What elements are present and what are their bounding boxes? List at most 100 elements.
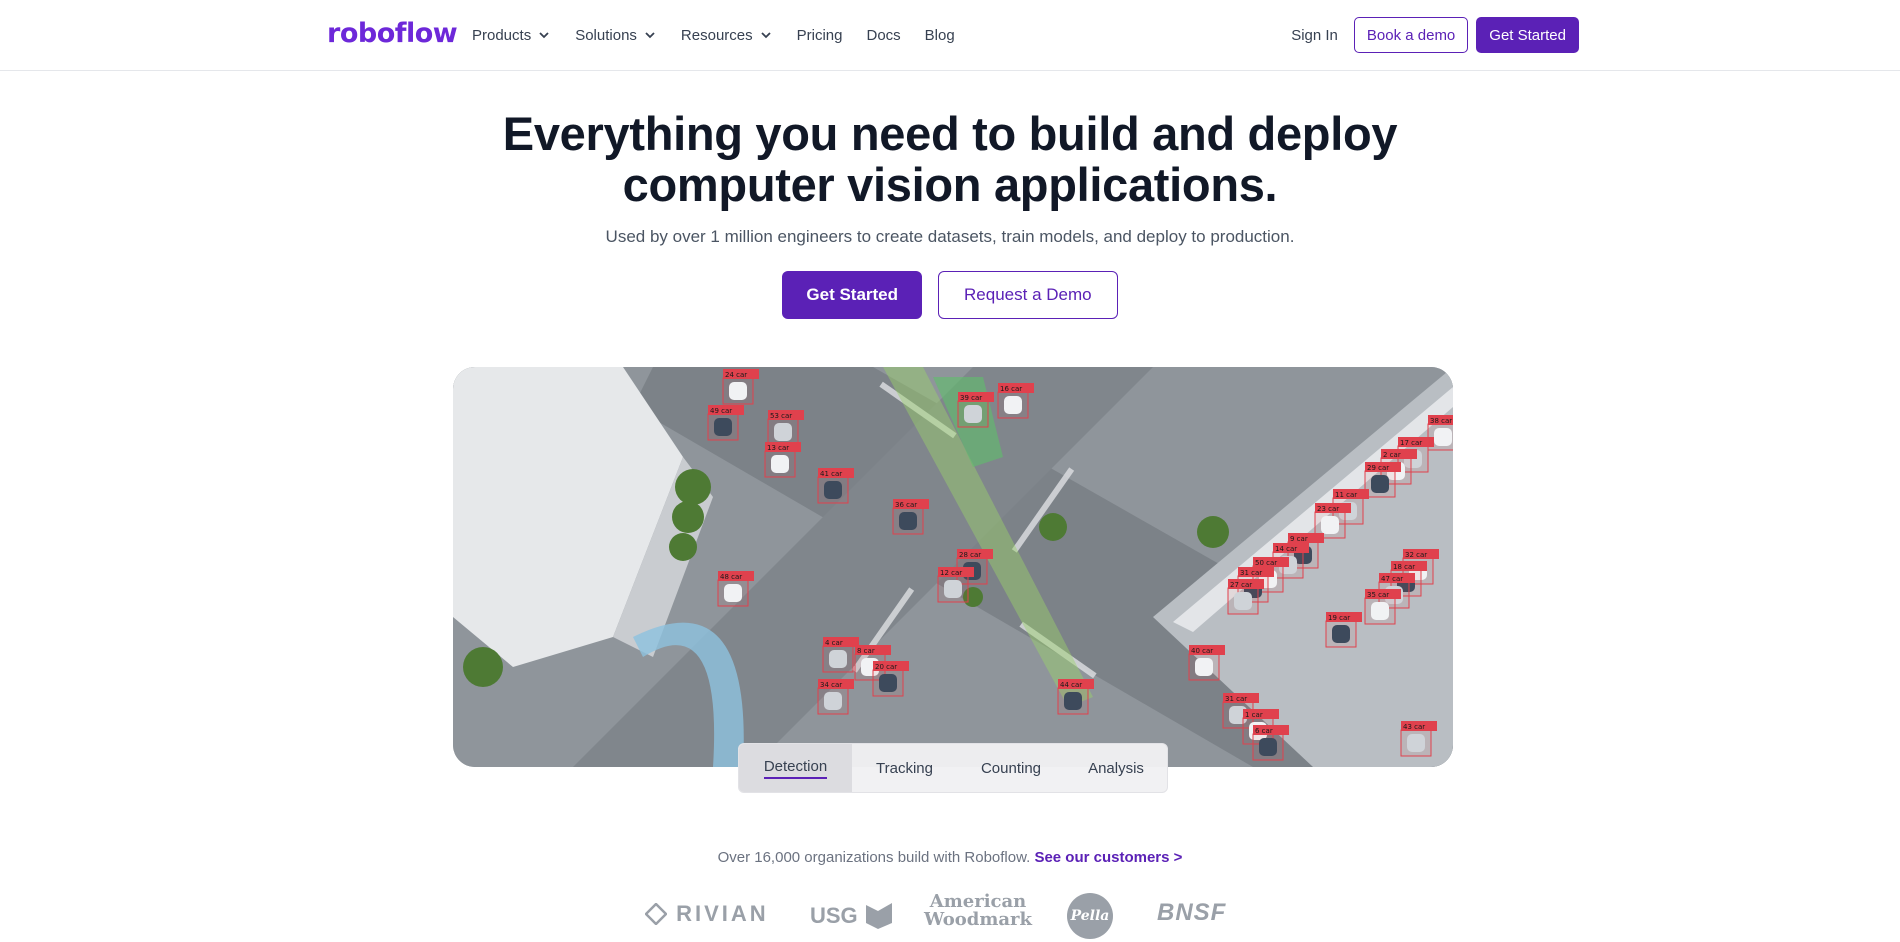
detection-label: 40 car: [1191, 647, 1213, 655]
detection-label: 9 car: [1290, 535, 1308, 543]
main-menu: Products Solutions Resources Pricing Doc…: [472, 0, 979, 70]
detection-label: 17 car: [1400, 439, 1422, 447]
detection-label: 20 car: [875, 663, 897, 671]
car-shape: [1371, 602, 1389, 620]
american-woodmark-logo: American Woodmark: [923, 891, 1032, 930]
aerial-intersection-scene: 24 car 49 car 53 car 13 car 41 car 39 car 16 c…: [453, 367, 1453, 767]
nav-get-started-button[interactable]: Get Started: [1476, 17, 1579, 53]
detection-label: 38 car: [1430, 417, 1452, 425]
see-customers-link[interactable]: See our customers >: [1034, 849, 1182, 866]
detection-label: 2 car: [1383, 451, 1401, 459]
car-shape: [1434, 428, 1452, 446]
rivian-logo: RIVIAN: [644, 901, 769, 927]
detection-label: 27 car: [1230, 581, 1252, 589]
detection-label: 43 car: [1403, 723, 1425, 731]
car-shape: [964, 405, 982, 423]
hero-cta-group: Get Started Request a Demo: [0, 271, 1900, 319]
detection-label: 23 car: [1317, 505, 1339, 513]
detection-label: 19 car: [1328, 614, 1350, 622]
car-shape: [1321, 516, 1339, 534]
nav-pricing[interactable]: Pricing: [797, 27, 843, 44]
detection-label: 32 car: [1405, 551, 1427, 559]
detection-label: 11 car: [1335, 491, 1357, 499]
detection-label: 49 car: [710, 407, 732, 415]
get-started-button[interactable]: Get Started: [782, 271, 923, 319]
hero-title-line-1: Everything you need to build and deploy: [502, 107, 1398, 160]
tab-tracking[interactable]: Tracking: [852, 744, 957, 792]
detection-label: 50 car: [1255, 559, 1277, 567]
detection-label: 48 car: [720, 573, 742, 581]
car-shape: [724, 584, 742, 602]
detection-label: 44 car: [1060, 681, 1082, 689]
roboflow-logo[interactable]: roboflow: [327, 18, 458, 49]
tab-analysis[interactable]: Analysis: [1065, 744, 1167, 792]
request-demo-button[interactable]: Request a Demo: [938, 271, 1118, 319]
sign-in-link[interactable]: Sign In: [1291, 27, 1338, 44]
tab-counting[interactable]: Counting: [957, 744, 1065, 792]
car-shape: [714, 418, 732, 436]
car-shape: [944, 580, 962, 598]
nav-actions: Sign In Book a demo Get Started: [1291, 17, 1579, 53]
detection-label: 13 car: [767, 444, 789, 452]
usg-logo-text: USG: [810, 903, 858, 928]
hero-title: Everything you need to build and deploy …: [0, 108, 1900, 210]
detection-label: 29 car: [1367, 464, 1389, 472]
tab-detection-label: Detection: [763, 758, 828, 779]
nav-products[interactable]: Products: [472, 27, 551, 44]
nav-docs[interactable]: Docs: [866, 27, 900, 44]
detection-label: 24 car: [725, 371, 747, 379]
car-shape: [829, 650, 847, 668]
car-shape: [1195, 658, 1213, 676]
detection-label: 6 car: [1255, 727, 1273, 735]
detection-label: 39 car: [960, 394, 982, 402]
car-shape: [1234, 592, 1252, 610]
detection-label: 4 car: [825, 639, 843, 647]
nav-solutions-label: Solutions: [575, 26, 637, 44]
detection-demo-video[interactable]: 24 car 49 car 53 car 13 car 41 car 39 car 16 c…: [453, 367, 1453, 767]
detection-label: 18 car: [1393, 563, 1415, 571]
feature-tabs: Detection Tracking Counting Analysis: [738, 743, 1168, 793]
detection-label: 31 car: [1225, 695, 1247, 703]
usg-logo: USG: [810, 901, 894, 929]
nav-resources-label: Resources: [680, 26, 753, 44]
car-shape: [774, 423, 792, 441]
detection-label: 34 car: [820, 681, 842, 689]
car-shape: [879, 674, 897, 692]
chevron-down-icon: [760, 32, 771, 39]
detection-label: 16 car: [1000, 385, 1022, 393]
detection-label: 14 car: [1275, 545, 1297, 553]
detection-label: 12 car: [940, 569, 962, 577]
customers-line: Over 16,000 organizations build with Rob…: [0, 849, 1900, 866]
car-shape: [1064, 692, 1082, 710]
detection-label: 31 car: [1240, 569, 1262, 577]
bnsf-logo: BNSF: [1157, 899, 1227, 926]
detection-label: 28 car: [959, 551, 981, 559]
nav-products-label: Products: [472, 26, 532, 44]
nav-resources[interactable]: Resources: [681, 27, 773, 44]
chevron-down-icon: [645, 32, 655, 39]
car-shape: [1332, 625, 1350, 643]
detection-label: 1 car: [1245, 711, 1263, 719]
rivian-logo-text: RIVIAN: [676, 901, 769, 926]
nav-solutions[interactable]: Solutions: [575, 27, 657, 44]
car-shape: [824, 692, 842, 710]
car-shape: [824, 481, 842, 499]
customer-logos: RIVIAN USG American Woodmark Pella BNSF: [644, 891, 1265, 939]
detection-label: 36 car: [895, 501, 917, 509]
tab-detection[interactable]: Detection: [739, 744, 852, 792]
book-demo-button[interactable]: Book a demo: [1353, 17, 1469, 53]
detection-label: 53 car: [770, 412, 792, 420]
detection-label: 41 car: [820, 470, 842, 478]
nav-blog[interactable]: Blog: [925, 27, 955, 44]
detection-label: 35 car: [1367, 591, 1389, 599]
hero-subtitle: Used by over 1 million engineers to crea…: [605, 227, 1295, 246]
detection-label: 47 car: [1381, 575, 1403, 583]
car-shape: [899, 512, 917, 530]
car-shape: [729, 382, 747, 400]
car-shape: [1371, 475, 1389, 493]
detection-label: 8 car: [857, 647, 875, 655]
car-shape: [1004, 396, 1022, 414]
customers-text: Over 16,000 organizations build with Rob…: [717, 849, 1031, 866]
pella-logo: Pella: [1067, 893, 1113, 939]
car-shape: [1259, 738, 1277, 756]
